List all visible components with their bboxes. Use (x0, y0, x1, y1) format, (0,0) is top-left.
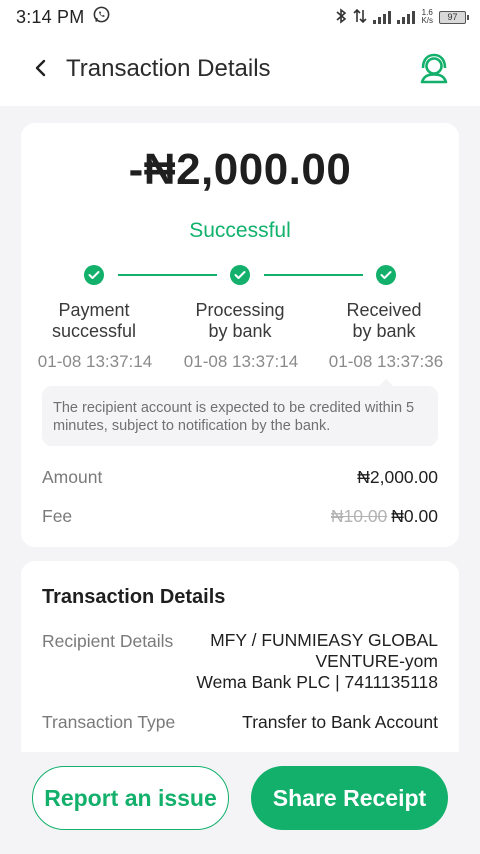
check-icon (84, 265, 104, 285)
top-app-bar: Transaction Details (0, 34, 480, 106)
fee-original: ₦10.00 (330, 506, 388, 526)
battery-level: 97 (447, 12, 458, 22)
customer-support-button[interactable] (418, 52, 450, 86)
step-label-received: Received by bank (346, 300, 422, 341)
whatsapp-icon (92, 5, 111, 29)
progress-connector (118, 274, 217, 276)
data-transfer-icon (353, 8, 368, 27)
transaction-status: Successful (189, 219, 291, 242)
fee-value: ₦0.00 (391, 506, 438, 526)
amount-label: Amount (42, 467, 103, 487)
recipient-details-label: Recipient Details (42, 631, 174, 651)
step-time-received: 01-08 13:37:36 (328, 352, 444, 371)
chevron-left-icon (35, 59, 46, 77)
transaction-type-label: Transaction Type (42, 712, 176, 732)
network-speed: 1.6 K/s (421, 8, 433, 25)
details-section-title: Transaction Details (42, 586, 226, 608)
step-time-processing: 01-08 13:37:14 (183, 352, 299, 371)
step-label-processing: Processing by bank (195, 300, 285, 341)
bluetooth-icon (335, 7, 347, 27)
page-title: Transaction Details (66, 55, 271, 82)
headset-icon (420, 53, 448, 84)
battery-icon: 97 (439, 10, 469, 24)
transaction-type-value: Transfer to Bank Account (242, 712, 438, 732)
report-issue-button[interactable]: Report an issue (32, 766, 229, 830)
back-button[interactable] (26, 54, 54, 82)
credit-notice: The recipient account is expected to be … (42, 379, 438, 446)
signal-strength-icon-2 (397, 10, 416, 24)
step-label-payment: Payment successful (51, 300, 137, 341)
check-icon (376, 265, 396, 285)
recipient-details-value: MFY / FUNMIEASY GLOBAL VENTURE-yom Wema … (196, 630, 438, 692)
amount-value: ₦2,000.00 (357, 467, 438, 487)
fee-label: Fee (42, 506, 73, 526)
status-bar: 3:14 PM 1.6 K/s 97 (0, 0, 480, 34)
fee-value-group: ₦10.00 ₦0.00 (331, 506, 438, 527)
share-receipt-button[interactable]: Share Receipt (251, 766, 448, 830)
status-time: 3:14 PM (16, 6, 85, 27)
signal-strength-icon (373, 10, 392, 24)
step-time-payment: 01-08 13:37:14 (37, 352, 153, 371)
transaction-amount: -₦2,000.00 (128, 145, 352, 194)
progress-connector (264, 274, 363, 276)
check-icon (230, 265, 250, 285)
